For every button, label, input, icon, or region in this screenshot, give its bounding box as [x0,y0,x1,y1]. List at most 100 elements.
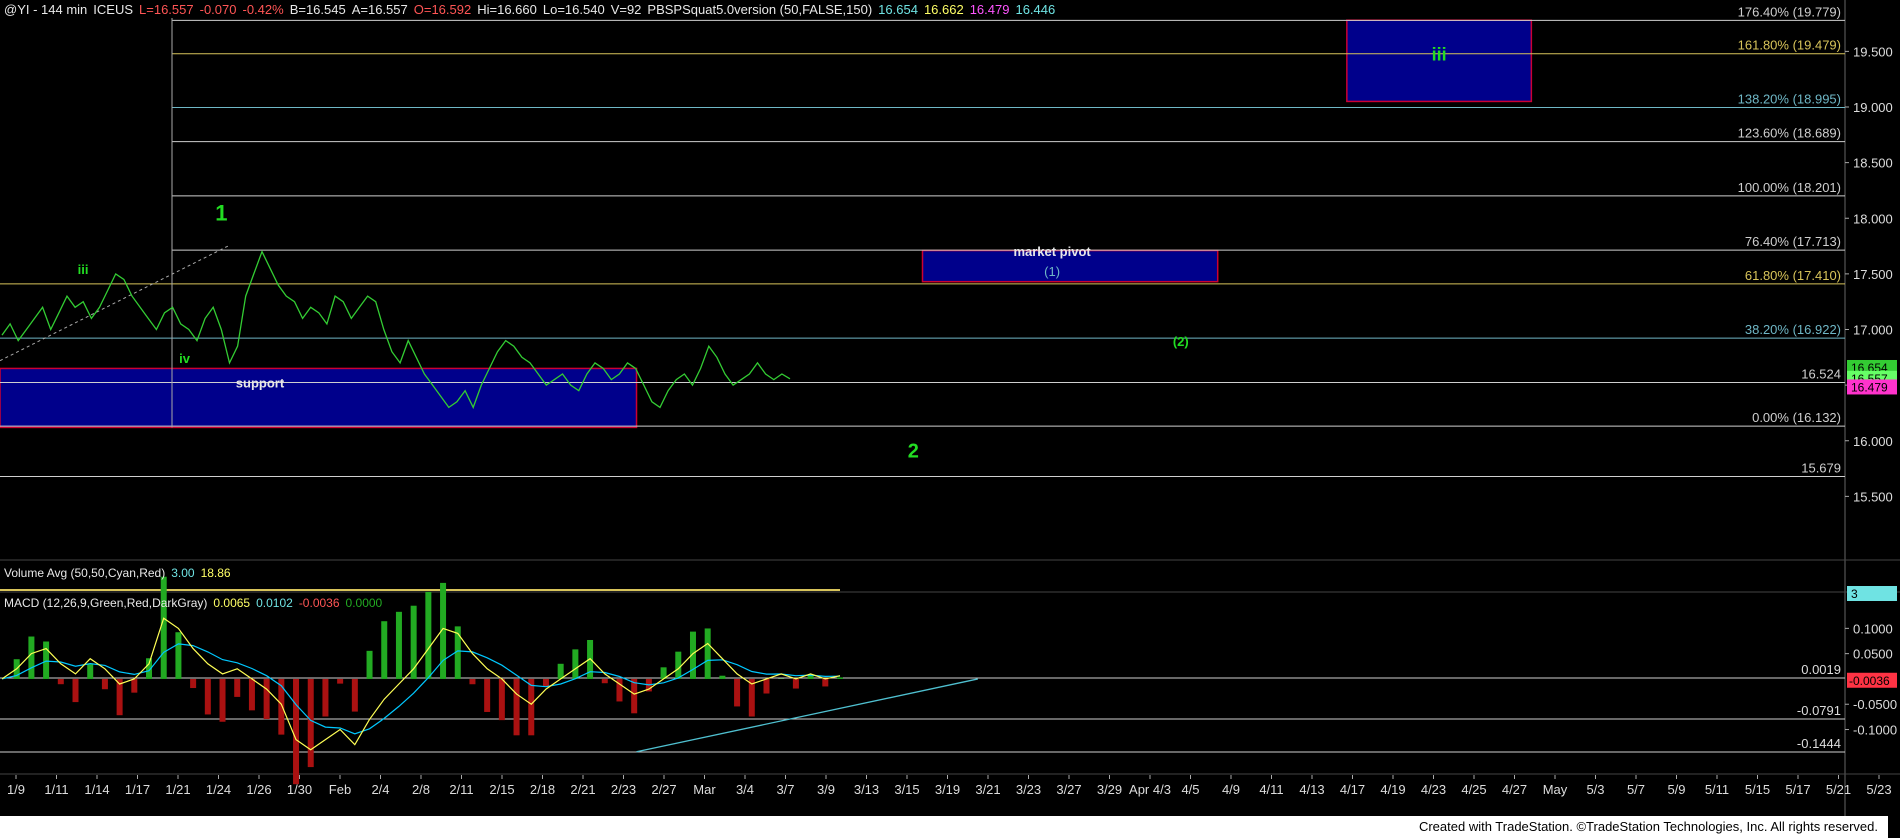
x-tick-label: 1/30 [287,782,312,797]
macd-histogram-bar [293,678,300,785]
macd-histogram-bar [204,678,211,715]
macd-histogram-bar [704,628,711,679]
macd-histogram-bar [131,678,138,693]
macd-level-label: 0.0019 [1801,662,1841,677]
macd-histogram-bar [248,678,255,711]
macd-value-4: 0.0000 [345,596,383,610]
macd-tick-label: -0.0500 [1853,697,1897,712]
x-tick-label: 3/19 [935,782,960,797]
pivot-wave-label: (1) [1044,264,1060,279]
macd-histogram-bar [395,611,402,679]
x-tick-label: May [1543,782,1568,797]
exchange-label: ICEUS [93,2,134,17]
dashed-trendline [0,245,229,362]
volume-header: Volume Avg (50,50,Cyan,Red) 3.00 18.86 [4,566,237,580]
macd-header: MACD (12,26,9,Green,Red,DarkGray) 0.0065 0… [4,596,388,610]
fib-level-label: 76.40% (17.713) [1745,234,1841,249]
x-tick-label: Mar [693,782,716,797]
fib-level-label: 176.40% (19.779) [1738,4,1841,19]
wave-label: iii [78,262,89,277]
wave-label-iii: iii [1432,44,1447,64]
macd-histogram-bar [498,678,505,721]
macd-histogram-bar [307,678,314,768]
macd-histogram-bar [631,678,638,714]
macd-histogram-bar [484,678,491,712]
macd-histogram-bar [160,576,167,679]
wave-label: 1 [215,200,227,225]
change-label: -0.070 [199,2,237,17]
macd-histogram-bar [792,678,799,689]
x-tick-label: 2/15 [489,782,514,797]
macd-histogram-bar [822,678,829,687]
support-label: support [236,375,285,390]
x-tick-label: 5/9 [1667,782,1685,797]
x-tick-label: 1/17 [125,782,150,797]
macd-histogram-bar [278,678,285,735]
study-label: PBSPSquat5.0version (50,FALSE,150) [647,2,873,17]
x-tick-label: 5/3 [1586,782,1604,797]
x-tick-label: 4/23 [1421,782,1446,797]
macd-histogram-bar [601,678,608,684]
x-tick-label: 3/23 [1016,782,1041,797]
macd-histogram-bar [28,636,35,679]
x-tick-label: 5/15 [1745,782,1770,797]
macd-histogram-bar [528,678,535,736]
macd-histogram-bar [263,678,270,720]
x-tick-label: 3/21 [975,782,1000,797]
footer-watermark: Created with TradeStation. ©TradeStation… [0,816,1888,838]
macd-histogram-bar [101,678,108,690]
market-pivot-label: market pivot [1013,244,1091,259]
bid-label: B=16.545 [289,2,346,17]
x-tick-label: 1/26 [246,782,271,797]
x-tick-label: 3/9 [817,782,835,797]
macd-histogram-bar [234,678,241,697]
study-value-3: 16.479 [969,2,1010,17]
fib-level-label: 61.80% (17.410) [1745,268,1841,283]
lo-label: Lo=16.540 [542,2,605,17]
macd-level-label: -0.0791 [1797,703,1841,718]
macd-level-label: -0.1444 [1797,736,1841,751]
vol-label: V=92 [610,2,642,17]
x-tick-label: 3/13 [854,782,879,797]
macd-histogram-bar [43,641,50,679]
macd-histogram-bar [57,678,64,685]
last-label: L=16.557 [139,2,194,17]
macd-line [1,617,841,751]
x-tick-label: 5/11 [1705,782,1729,797]
macd-value-2: 0.0102 [256,596,293,610]
fib-level-label: 123.60% (18.689) [1738,126,1841,141]
macd-tick-label: 0.1000 [1853,621,1893,636]
macd-histogram-bar [219,678,226,722]
x-tick-label: 2/21 [570,782,595,797]
macd-histogram-bar [675,651,682,679]
study-value-2: 16.662 [923,2,964,17]
price-tick-label: 19.000 [1853,100,1893,115]
ask-label: A=16.557 [351,2,408,17]
x-tick-label: 5/21 [1826,782,1851,797]
x-tick-label: Apr 4/3 [1129,782,1171,797]
macd-histogram-bar [425,591,432,679]
x-tick-label: 2/4 [371,782,389,797]
study-value-1: 16.654 [878,2,918,17]
macd-histogram-bar [557,663,564,679]
macd-histogram-bar [469,678,476,685]
x-tick-label: 2/18 [530,782,555,797]
volume-value-2: 18.86 [200,566,231,580]
macd-badge-text: -0.0036 [1849,674,1890,688]
x-tick-label: 1/21 [165,782,190,797]
volume-label: Volume Avg (50,50,Cyan,Red) [4,566,166,580]
fib-level-label: 138.20% (18.995) [1738,92,1841,107]
fib-level-label: 161.80% (19.479) [1738,38,1841,53]
chart-header: @YI - 144 min ICEUS L=16.557 -0.070 -0.42% B=… [4,2,1061,17]
x-tick-label: 1/14 [84,782,109,797]
x-tick-label: 5/17 [1785,782,1810,797]
macd-histogram-bar [337,678,344,684]
price-tick-label: 15.500 [1853,489,1893,504]
study-value-4: 16.446 [1015,2,1056,17]
volume-badge-text: 3 [1851,587,1858,601]
price-tick-label: 19.500 [1853,44,1893,59]
macd-histogram-bar [734,678,741,707]
x-tick-label: 1/11 [44,782,68,797]
macd-histogram-bar [87,664,94,679]
fib-level-label: 0.00% (16.132) [1752,410,1841,425]
